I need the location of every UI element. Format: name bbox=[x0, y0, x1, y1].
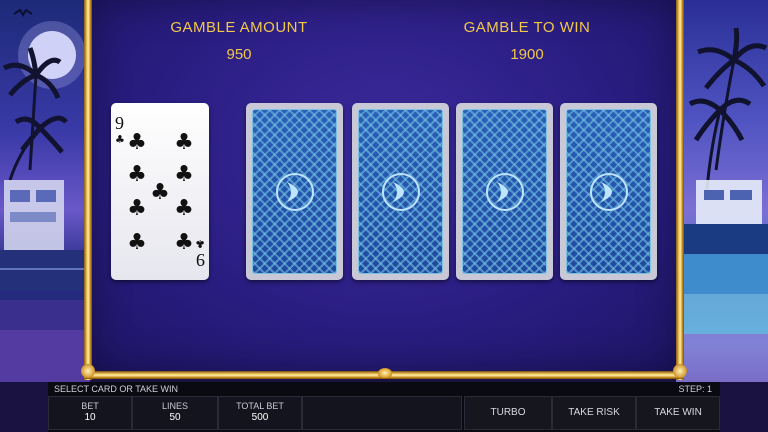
status-row: SELECT CARD OR TAKE WIN STEP: 1 bbox=[48, 382, 720, 395]
take-risk-button[interactable]: TAKE RISK bbox=[552, 396, 636, 430]
clubs-icon: ♣ bbox=[174, 196, 194, 221]
face-down-card-1[interactable] bbox=[246, 103, 343, 280]
clubs-icon: ♣ bbox=[115, 133, 125, 146]
clubs-icon: ♣ bbox=[127, 230, 147, 255]
frame-corner-ornament bbox=[81, 364, 95, 378]
gold-frame-left bbox=[84, 0, 92, 380]
lines-label: LINES bbox=[161, 401, 188, 411]
face-down-card-2[interactable] bbox=[352, 103, 449, 280]
gamble-to-win-label: GAMBLE TO WIN bbox=[463, 19, 591, 36]
card-rank-bottom: 9 bbox=[196, 250, 205, 270]
card-pips: ♣ ♣ ♣ ♣ ♣ ♣ ♣ ♣ ♣ bbox=[127, 130, 194, 255]
lines-value: 50 bbox=[169, 412, 181, 423]
turbo-button[interactable]: TURBO bbox=[464, 396, 552, 430]
gamble-to-win-value: 1900 bbox=[510, 46, 544, 63]
beach-scene-left-image bbox=[0, 8, 90, 382]
control-bar: SELECT CARD OR TAKE WIN STEP: 1 BET 10 L… bbox=[48, 382, 720, 432]
card-back-emblem-icon bbox=[589, 172, 628, 211]
face-down-card-4[interactable] bbox=[560, 103, 657, 280]
face-down-card-3[interactable] bbox=[456, 103, 553, 280]
right-scenery bbox=[676, 0, 768, 382]
nine-of-clubs-card: 9 ♣ ♣ ♣ ♣ ♣ ♣ ♣ ♣ ♣ ♣ 9 ♣ bbox=[115, 113, 205, 270]
bet-value: 10 bbox=[84, 412, 96, 423]
frame-corner-ornament bbox=[673, 364, 687, 378]
take-win-button[interactable]: TAKE WIN bbox=[636, 396, 720, 430]
bet-display: BET 10 bbox=[48, 396, 132, 430]
empty-panel bbox=[302, 396, 462, 430]
card-back-emblem-icon bbox=[381, 172, 420, 211]
clubs-icon: ♣ bbox=[174, 162, 194, 187]
dealer-card: 9 ♣ ♣ ♣ ♣ ♣ ♣ ♣ ♣ ♣ ♣ 9 ♣ bbox=[111, 103, 209, 280]
beach-scene-right-image bbox=[676, 27, 768, 382]
gamble-amount-value: 950 bbox=[226, 46, 252, 63]
frame-center-ornament bbox=[378, 368, 392, 378]
step-indicator: STEP: 1 bbox=[678, 384, 712, 394]
clubs-icon: ♣ bbox=[150, 180, 170, 205]
lines-display: LINES 50 bbox=[132, 396, 218, 430]
game-screen: GAMBLE AMOUNT 950 GAMBLE TO WIN 1900 9 ♣… bbox=[0, 0, 768, 432]
gamble-amount-label: GAMBLE AMOUNT bbox=[170, 19, 308, 36]
total-bet-value: 500 bbox=[251, 412, 269, 423]
clubs-icon: ♣ bbox=[195, 237, 205, 250]
card-back-emblem-icon bbox=[275, 172, 314, 211]
bet-label: BET bbox=[81, 401, 99, 411]
clubs-icon: ♣ bbox=[127, 162, 147, 187]
clubs-icon: ♣ bbox=[127, 130, 147, 155]
clubs-icon: ♣ bbox=[127, 196, 147, 221]
total-bet-display: TOTAL BET 500 bbox=[218, 396, 302, 430]
clubs-icon: ♣ bbox=[174, 230, 194, 255]
total-bet-label: TOTAL BET bbox=[236, 401, 284, 411]
status-message: SELECT CARD OR TAKE WIN bbox=[54, 384, 179, 394]
controls-row: BET 10 LINES 50 TOTAL BET 500 TURBO TAKE… bbox=[48, 396, 720, 432]
card-back-emblem-icon bbox=[485, 172, 524, 211]
gold-frame-right bbox=[676, 0, 684, 380]
clubs-icon: ♣ bbox=[174, 130, 194, 155]
left-scenery bbox=[0, 0, 90, 382]
card-rank-top: 9 bbox=[115, 113, 124, 133]
